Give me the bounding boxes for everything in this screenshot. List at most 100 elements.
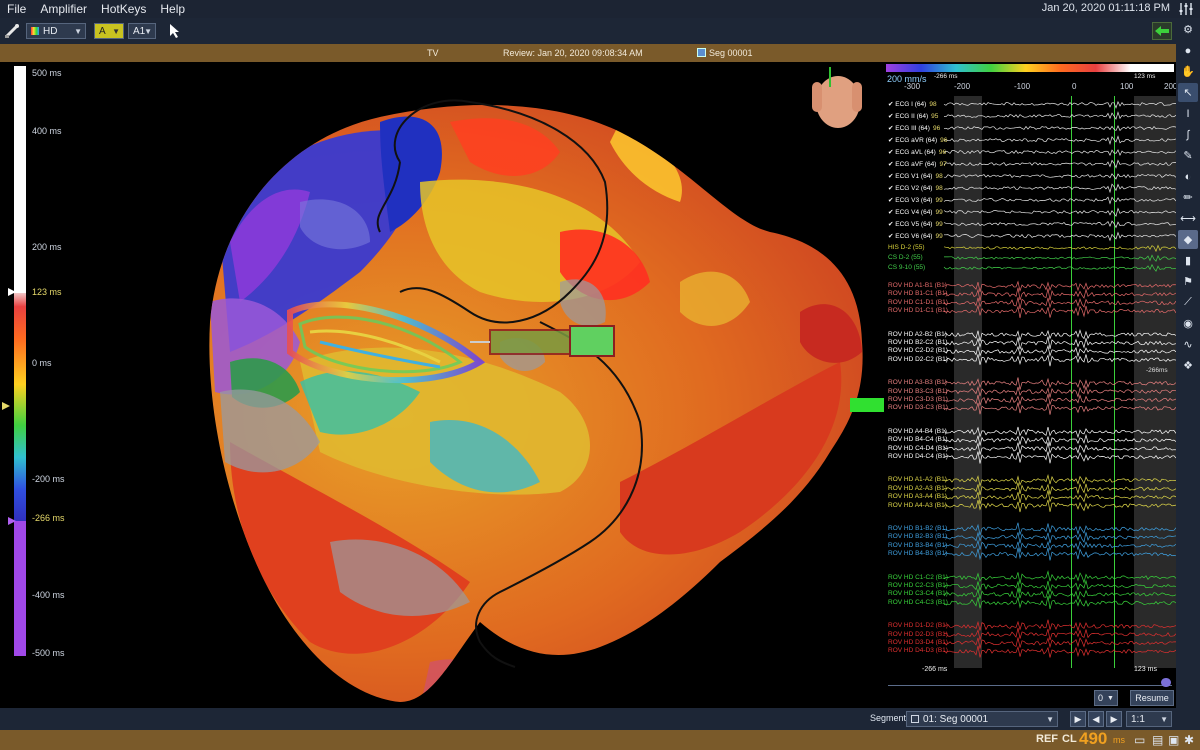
step-forward-button[interactable]: ▶ xyxy=(1106,711,1122,727)
needle-icon[interactable]: ⟋ xyxy=(1178,293,1198,312)
settings-icon[interactable]: ⚙ xyxy=(1178,20,1198,39)
flag-icon[interactable]: ⚑ xyxy=(1178,272,1198,291)
segment-select[interactable]: 01: Seg 00001 ▼ xyxy=(906,711,1058,727)
rov-channel-label[interactable]: ROV HD C2-C3 (B1) xyxy=(888,582,948,589)
monitor-icon[interactable]: ▤ xyxy=(1152,733,1163,747)
rov-channel-label[interactable]: ROV HD C3-D3 (B1) xyxy=(888,396,948,403)
text-cursor-icon[interactable]: I xyxy=(1178,104,1198,123)
eye-icon[interactable]: ◉ xyxy=(1178,314,1198,333)
map-viewport[interactable]: 500 ms 400 ms 200 ms 123 ms 0 ms -200 ms… xyxy=(0,62,884,708)
mixer-icon[interactable] xyxy=(1178,1,1194,17)
ecg-channel-label[interactable]: ✔ ECG V2 (64) 98 xyxy=(888,184,943,192)
waveform-panel[interactable]: 200 mm/s -266 ms 123 ms -300 -200 -100 0… xyxy=(884,62,1176,708)
menu-amplifier[interactable]: Amplifier xyxy=(33,2,94,16)
ecg-channel-label[interactable]: ✔ ECG V5 (64) 99 xyxy=(888,220,943,228)
color-scale-bar[interactable] xyxy=(14,66,26,656)
tag-icon[interactable]: ◆ xyxy=(1178,230,1198,249)
label-icon[interactable]: ▮ xyxy=(1178,251,1198,270)
rov-channel-label[interactable]: ROV HD D1-D2 (B1) xyxy=(888,622,948,629)
resume-button[interactable]: Resume xyxy=(1130,690,1174,706)
rov-channel-label[interactable]: ROV HD D3-C3 (B1) xyxy=(888,404,948,411)
segment-bar: Segment 01: Seg 00001 ▼ ▶ ◀ ▶ 1:1 ▼ xyxy=(0,708,1200,730)
camera-icon[interactable]: ● xyxy=(1178,41,1198,60)
screen-icon[interactable]: ▣ xyxy=(1168,733,1179,747)
catheter-icon[interactable] xyxy=(4,23,22,39)
rov-channel-label[interactable]: ROV HD A4-A3 (B1) xyxy=(888,502,947,509)
ecg-channel-label[interactable]: ✔ ECG V3 (64) 99 xyxy=(888,196,943,204)
tools-icon[interactable]: ✱ xyxy=(1184,733,1194,747)
counter-select[interactable]: 0 ▼ xyxy=(1094,690,1118,706)
ecg-channel-label[interactable]: ✔ ECG aVR (64) 96 xyxy=(888,136,947,144)
system-clock: Jan 20, 2020 01:11:18 PM xyxy=(1041,2,1170,14)
rov-channel-label[interactable]: ROV HD D2-C2 (B1) xyxy=(888,356,948,363)
ecg-channel-label[interactable]: ✔ ECG aVF (64) 97 xyxy=(888,160,947,168)
channel-trace xyxy=(943,100,1176,109)
rov-channel-label[interactable]: ROV HD D1-C1 (B1) xyxy=(888,307,948,314)
his-channel-label[interactable]: CS D-2 (55) xyxy=(888,254,923,261)
palette-icon[interactable]: ❖ xyxy=(1178,356,1198,375)
hand-pan-icon[interactable]: ✋ xyxy=(1178,62,1198,81)
scroll-handle[interactable] xyxy=(1161,678,1171,687)
rov-channel-label[interactable]: ROV HD A3-B3 (B1) xyxy=(888,379,947,386)
rov-channel-label[interactable]: ROV HD C4-C3 (B1) xyxy=(888,599,948,606)
ecg-channel-label[interactable]: ✔ ECG V4 (64) 99 xyxy=(888,208,943,216)
his-channel-label[interactable]: HIS D-2 (55) xyxy=(888,244,924,251)
lasso-icon[interactable]: ◐ xyxy=(1178,167,1198,186)
ecg-channel-label[interactable]: ✔ ECG I (64) 98 xyxy=(888,100,937,108)
ecg-label-value: 98 xyxy=(929,101,937,108)
caliper-icon[interactable]: ⟷ xyxy=(1178,209,1198,228)
ecg-label-value: 97 xyxy=(939,161,947,168)
rov-channel-label[interactable]: ROV HD C4-D4 (B1) xyxy=(888,445,948,452)
ecg-channel-label[interactable]: ✔ ECG III (64) 96 xyxy=(888,124,940,132)
rov-channel-label[interactable]: ROV HD B1-B2 (B1) xyxy=(888,525,947,532)
rov-channel-label[interactable]: ROV HD B4-B3 (B1) xyxy=(888,550,947,557)
ecg-channel-label[interactable]: ✔ ECG V6 (64) 99 xyxy=(888,232,943,240)
rov-channel-label[interactable]: ROV HD C1-C2 (B1) xyxy=(888,574,948,581)
menu-hotkeys[interactable]: HotKeys xyxy=(94,2,153,16)
chat-icon[interactable]: ▭ xyxy=(1134,733,1145,747)
cursor-arrow-icon[interactable] xyxy=(168,23,182,39)
rov-channel-label[interactable]: ROV HD A1-B1 (B1) xyxy=(888,282,947,289)
brush-icon[interactable]: ✏ xyxy=(1178,188,1198,207)
rov-channel-label[interactable]: ROV HD A2-B2 (B1) xyxy=(888,331,947,338)
ratio-select[interactable]: 1:1 ▼ xyxy=(1126,711,1172,727)
rov-channel-label[interactable]: ROV HD A1-A2 (B1) xyxy=(888,476,947,483)
wave-icon[interactable]: ∿ xyxy=(1178,335,1198,354)
time-scrollbar[interactable] xyxy=(888,678,1172,686)
step-back-button[interactable]: ◀ xyxy=(1088,711,1104,727)
ecg-channel-label[interactable]: ✔ ECG II (64) 95 xyxy=(888,112,938,120)
rov-channel-label[interactable]: ROV HD A2-A3 (B1) xyxy=(888,485,947,492)
rov-channel-label[interactable]: ROV HD A3-A4 (B1) xyxy=(888,493,947,500)
rov-channel-label[interactable]: ROV HD B3-B4 (B1) xyxy=(888,542,947,549)
rov-channel-label[interactable]: ROV HD D3-D4 (B1) xyxy=(888,639,948,646)
pointer-icon[interactable]: ↖ xyxy=(1178,83,1198,102)
pen-icon[interactable]: ✎ xyxy=(1178,146,1198,165)
curve-tool-icon[interactable]: ∫ xyxy=(1178,125,1198,144)
rov-channel-label[interactable]: ROV HD D2-D3 (B1) xyxy=(888,631,948,638)
rov-channel-label[interactable]: ROV HD D4-D3 (B1) xyxy=(888,647,948,654)
rov-channel-label[interactable]: ROV HD B4-C4 (B1) xyxy=(888,436,948,443)
ecg-channel-label[interactable]: ✔ ECG aVL (64) 96 xyxy=(888,148,946,156)
rov-channel-label[interactable]: ROV HD C2-D2 (B1) xyxy=(888,347,948,354)
rov-channel-label[interactable]: ROV HD B2-C2 (B1) xyxy=(888,339,948,346)
ecg-channel-label[interactable]: ✔ ECG V1 (64) 98 xyxy=(888,172,943,180)
menu-file[interactable]: File xyxy=(0,2,33,16)
rov-channel-label[interactable]: ROV HD B2-B3 (B1) xyxy=(888,533,947,540)
channel-select[interactable]: A ▼ xyxy=(94,23,124,39)
sub-select[interactable]: A1 ▼ xyxy=(128,23,156,39)
rov-channel-label[interactable]: ROV HD B1-C1 (B1) xyxy=(888,290,948,297)
rov-channel-label[interactable]: ROV HD C3-C4 (B1) xyxy=(888,590,948,597)
map-select[interactable]: HD ▼ xyxy=(26,23,86,39)
back-arrow-button[interactable] xyxy=(1152,22,1172,40)
his-channel-label[interactable]: CS 9-10 (55) xyxy=(888,264,925,271)
rov-channel-label[interactable]: ROV HD D4-C4 (B1) xyxy=(888,453,948,460)
channel-trace xyxy=(943,595,1176,609)
rov-channel-label[interactable]: ROV HD C1-D1 (B1) xyxy=(888,299,948,306)
activation-map[interactable] xyxy=(0,62,884,708)
menu-help[interactable]: Help xyxy=(153,2,192,16)
play-button[interactable]: ▶ xyxy=(1070,711,1086,727)
rov-channel-label[interactable]: ROV HD A4-B4 (B1) xyxy=(888,428,947,435)
rov-channel-label[interactable]: ROV HD B3-C3 (B1) xyxy=(888,388,948,395)
channel-trace xyxy=(943,377,1176,390)
torso-orientation-icon[interactable] xyxy=(812,67,862,128)
